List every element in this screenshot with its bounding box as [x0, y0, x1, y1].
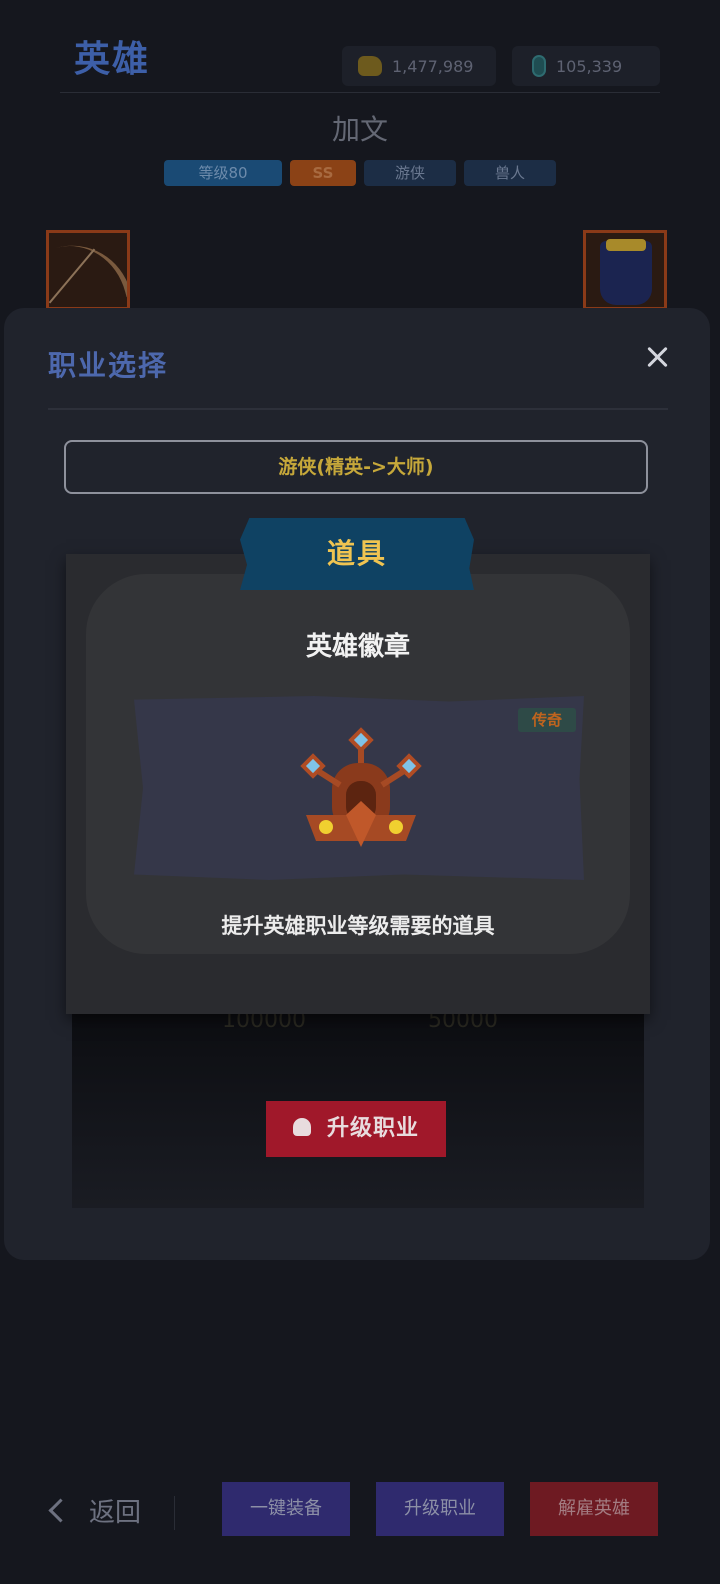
back-label: 返回: [89, 1498, 142, 1528]
chevron-left-icon: [48, 1498, 73, 1523]
user-plus-icon: [292, 1118, 311, 1136]
gem-amount: 105,339: [556, 56, 623, 76]
item-name: 英雄徽章: [305, 632, 410, 662]
gem-icon: [532, 55, 546, 77]
class-path-select[interactable]: 游侠(精英->大师): [64, 440, 648, 494]
hero-tags: 等级80 SS 游侠 兽人: [0, 160, 720, 186]
bow-icon: [55, 233, 127, 307]
back-button[interactable]: 返回: [48, 1492, 142, 1529]
class-select-modal: 职业选择 游侠(精英->大师) 100000 50000 升级职业 道具 英雄徽…: [4, 308, 710, 1260]
gem-counter: 105,339: [512, 46, 660, 86]
upgrade-label: 升级职业: [326, 1116, 419, 1141]
class-badge: 游侠: [364, 160, 456, 186]
gold-counter: 1,477,989: [342, 46, 496, 86]
hero-name: 加文: [331, 113, 388, 146]
equip-all-button[interactable]: 一键装备: [222, 1482, 350, 1536]
gold-amount: 1,477,989: [392, 56, 474, 76]
upgrade-class-bottom-button[interactable]: 升级职业: [376, 1482, 504, 1536]
rarity-badge: 传奇: [518, 708, 576, 732]
modal-title: 职业选择: [48, 349, 169, 382]
tooltip-header: 道具: [240, 518, 474, 590]
dismiss-hero-button[interactable]: 解雇英雄: [530, 1482, 658, 1536]
item-description: 提升英雄职业等级需要的道具: [221, 914, 495, 938]
level-badge: 等级80: [164, 160, 282, 186]
page-title: 英雄: [74, 39, 151, 80]
upgrade-class-button[interactable]: 升级职业: [266, 1101, 446, 1157]
cape-clasp: [606, 239, 646, 251]
rank-badge: SS: [290, 160, 356, 186]
modal-divider: [48, 408, 668, 410]
hero-badge-icon: [300, 727, 422, 847]
armor-slot[interactable]: [583, 230, 667, 310]
gold-coin-icon: [358, 56, 382, 76]
race-badge: 兽人: [464, 160, 556, 186]
header-divider: [60, 92, 660, 93]
close-icon[interactable]: [644, 344, 670, 370]
weapon-slot[interactable]: [46, 230, 130, 310]
bottom-divider: [174, 1496, 175, 1530]
